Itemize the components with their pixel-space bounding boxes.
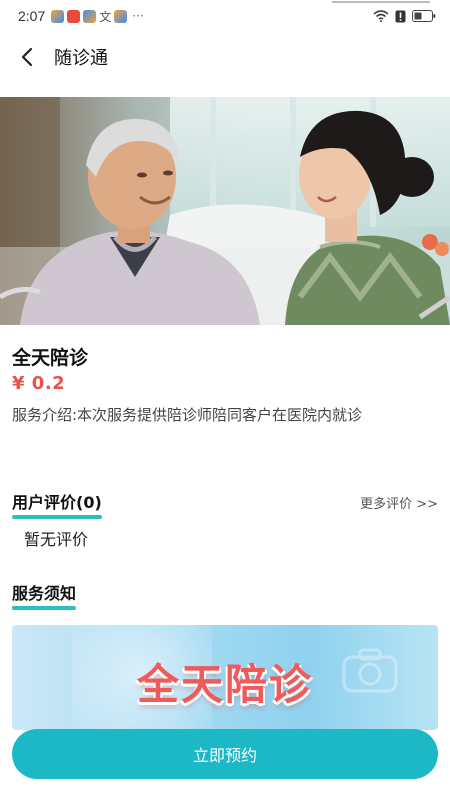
- reviews-section-header: 用户评价(0): [12, 489, 102, 519]
- service-banner: 全天陪诊: [12, 625, 438, 730]
- service-description: 服务介绍:本次服务提供陪诊师陪同客户在医院内就诊: [12, 406, 363, 424]
- status-time: 2:07: [18, 8, 46, 24]
- more-notifications-indicator: ···: [132, 9, 144, 23]
- status-bar: 2:07 文 ···: [0, 0, 450, 32]
- hero-image: [0, 97, 450, 325]
- book-now-button[interactable]: 立即预约: [12, 729, 438, 779]
- chevron-left-icon: [21, 47, 33, 67]
- section-underline: [12, 606, 77, 610]
- section-underline: [12, 515, 102, 519]
- more-reviews-link[interactable]: 更多评价 >>: [360, 493, 438, 512]
- empty-reviews-text: 暂无评价: [24, 530, 89, 549]
- navigation-bar: 随诊通: [0, 32, 450, 82]
- notification-icons: 文 ···: [51, 8, 144, 25]
- banner-text: 全天陪诊: [136, 660, 313, 709]
- status-right-icons: [373, 10, 436, 23]
- notice-header-label: 服务须知: [12, 584, 77, 603]
- app-notification-icon: [67, 9, 81, 23]
- service-title: 全天陪诊: [12, 347, 89, 369]
- alert-icon: [395, 10, 406, 22]
- wifi-icon: [373, 10, 389, 22]
- app-notification-icon: [114, 9, 128, 23]
- notice-section-header: 服务须知: [12, 580, 77, 610]
- notification-text: 文: [99, 9, 112, 24]
- battery-icon: [412, 10, 436, 22]
- reviews-header-label: 用户评价(0): [12, 493, 102, 512]
- service-price: ¥ 0.2: [12, 373, 66, 394]
- back-button[interactable]: [4, 34, 50, 80]
- page-title: 随诊通: [54, 48, 108, 69]
- hero-illustration: [0, 97, 450, 325]
- app-notification-icon: [51, 9, 65, 23]
- app-notification-icon: [83, 9, 97, 23]
